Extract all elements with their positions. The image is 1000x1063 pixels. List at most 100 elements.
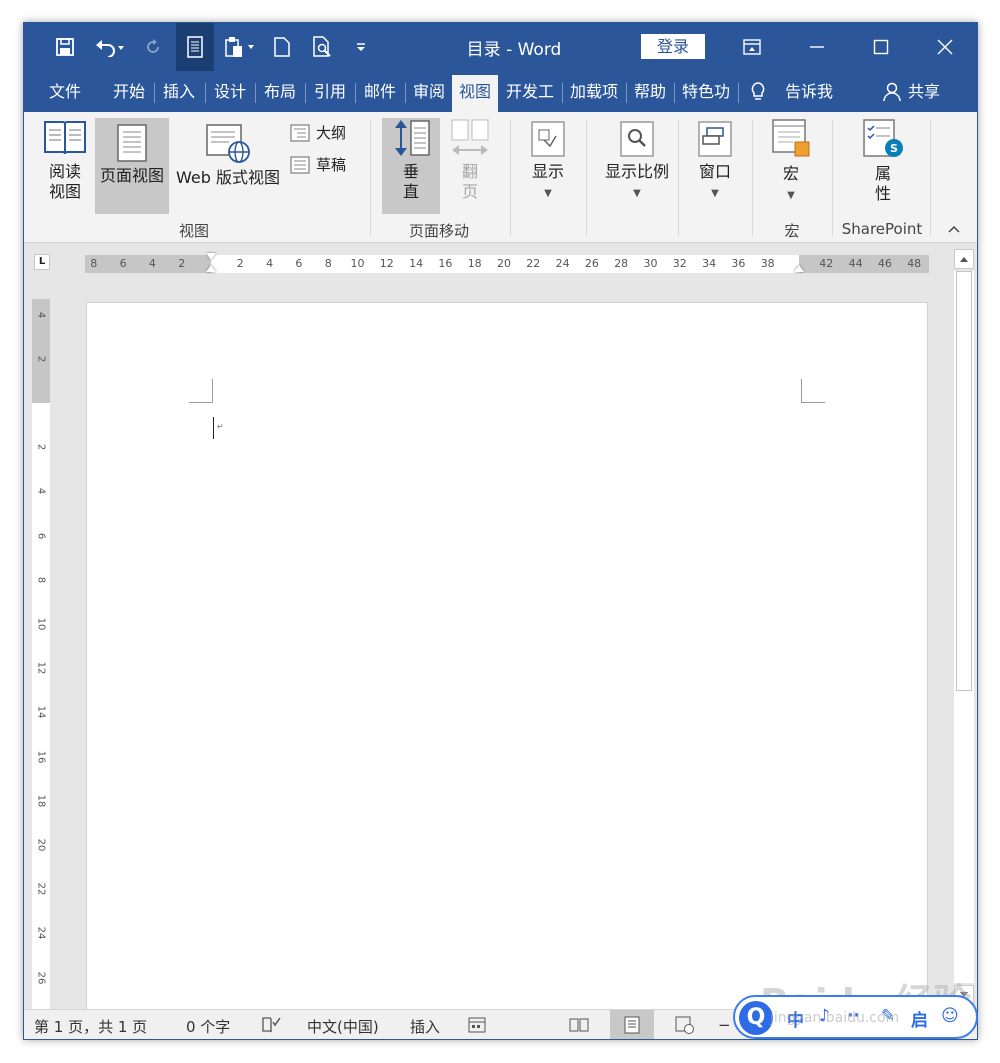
draft-button[interactable]: 草稿 [290, 154, 346, 175]
close-icon[interactable] [922, 23, 968, 71]
vertical-button[interactable]: 垂 直 [382, 118, 440, 214]
paste-icon[interactable] [220, 23, 260, 71]
window-button[interactable]: 窗口 ▼ [686, 118, 744, 214]
baidu-emoji-icon[interactable]: ☺ [941, 1006, 959, 1026]
ruler-tick: 2 [35, 355, 47, 362]
share-button[interactable]: 共享 [904, 71, 944, 112]
tab-separator [562, 83, 563, 103]
ruler-tick: 24 [35, 927, 47, 940]
tab-selector[interactable]: L [34, 254, 50, 270]
print-layout-qa-icon[interactable] [176, 23, 214, 71]
hanging-indent-marker[interactable] [206, 265, 216, 272]
collapse-ribbon-icon[interactable] [948, 223, 960, 237]
properties-button[interactable]: S 属 性 [854, 118, 912, 214]
baidu-launch-icon[interactable]: 启 [911, 1006, 928, 1031]
ruler-tick: 12 [35, 661, 47, 675]
show-button[interactable]: 显示 ▼ [518, 118, 578, 214]
save-icon[interactable] [50, 23, 80, 71]
ruler-tick: 4 [148, 257, 156, 270]
read-mode-button[interactable]: 阅读 视图 [34, 118, 96, 214]
person-icon[interactable] [882, 81, 902, 103]
tab-features[interactable]: 特色功 [676, 71, 736, 112]
ruler-tick: 6 [35, 532, 47, 539]
tab-developer[interactable]: 开发工 [500, 71, 560, 112]
crop-mark-top-left [189, 379, 213, 403]
tab-layout[interactable]: 布局 [257, 71, 303, 112]
ruler-tick: 36 [731, 257, 746, 270]
vertical-ruler[interactable]: 4 2 2 4 6 8 10 12 14 16 18 20 22 24 26 [32, 299, 50, 1009]
properties-label-2: 性 [874, 184, 891, 203]
vertical-scrollbar[interactable] [954, 249, 974, 1005]
first-line-indent-marker[interactable] [206, 253, 216, 260]
svg-text:S: S [890, 142, 898, 155]
tab-view[interactable]: 视图 [452, 75, 498, 112]
undo-icon[interactable] [90, 23, 130, 71]
ruler-tick: 38 [760, 257, 775, 270]
print-preview-icon[interactable] [308, 23, 338, 71]
redo-icon[interactable] [138, 23, 168, 71]
ruler-tick: 12 [379, 257, 394, 270]
proofing-icon[interactable] [260, 1015, 282, 1035]
page-count[interactable]: 第 1 页，共 1 页 [34, 1016, 147, 1037]
language-indicator[interactable]: 中文(中国) [307, 1016, 379, 1037]
ribbon-tabs: 文件 开始 插入 设计 布局 引用 邮件 审阅 视图 开发工 加载项 帮助 特色… [24, 71, 977, 112]
tab-help[interactable]: 帮助 [628, 71, 672, 112]
ruler-tick: 6 [119, 257, 127, 270]
ruler-tick: 4 [35, 488, 47, 495]
outline-button[interactable]: 大纲 [290, 122, 346, 143]
lightbulb-icon[interactable] [748, 81, 768, 103]
show-label: 显示 [531, 162, 564, 181]
maximize-icon[interactable] [858, 23, 904, 71]
tab-mailings[interactable]: 邮件 [357, 71, 403, 112]
customize-toolbar-icon[interactable] [348, 23, 374, 71]
watermark-url: jingyan.baidu.com [770, 1010, 900, 1026]
tab-addins[interactable]: 加载项 [564, 71, 624, 112]
tab-home[interactable]: 开始 [106, 71, 152, 112]
macro-recording-icon[interactable] [466, 1015, 488, 1035]
tab-design[interactable]: 设计 [207, 71, 253, 112]
group-separator [930, 120, 931, 236]
right-indent-marker[interactable] [794, 265, 804, 272]
crop-mark-top-right [801, 379, 825, 403]
ruler-tick: 48 [907, 257, 922, 270]
horizontal-ruler[interactable]: 8 6 4 2 2 4 6 8 10 12 14 16 18 20 22 24 26 28 30 32 34 36 38 42… [85, 253, 929, 273]
macros-button[interactable]: 宏 ▼ [762, 118, 820, 214]
read-mode-label-1: 阅读 [48, 162, 81, 181]
tab-review[interactable]: 审阅 [407, 71, 451, 112]
document-page[interactable]: ↵ [86, 302, 928, 1010]
tab-file[interactable]: 文件 [38, 71, 92, 112]
tell-me-box[interactable]: 告诉我 [776, 71, 842, 112]
tab-separator [738, 83, 739, 103]
ribbon-display-options-icon[interactable] [729, 23, 775, 71]
side-to-side-button[interactable]: 翻 页 [442, 118, 498, 214]
web-layout-button[interactable]: Web 版式视图 [169, 118, 287, 214]
ruler-tick: 16 [35, 750, 47, 763]
scroll-up-icon[interactable] [954, 249, 974, 269]
tab-separator [674, 83, 675, 103]
word-count[interactable]: 0 个字 [186, 1016, 230, 1037]
insert-mode[interactable]: 插入 [410, 1016, 440, 1037]
baidu-logo[interactable]: Q [739, 1001, 773, 1035]
scroll-thumb[interactable] [956, 271, 972, 691]
ruler-tick: 18 [467, 257, 482, 270]
draft-label: 草稿 [316, 156, 347, 174]
tab-references[interactable]: 引用 [307, 71, 353, 112]
login-button[interactable]: 登录 [641, 34, 705, 59]
new-document-icon[interactable] [268, 23, 296, 71]
minimize-icon[interactable] [794, 23, 840, 71]
chevron-down-icon: ▼ [787, 190, 795, 201]
zoom-out-button[interactable]: − [718, 1016, 731, 1034]
group-separator [370, 120, 371, 236]
ruler-tick: 26 [35, 971, 47, 984]
web-page-icon [205, 124, 251, 164]
zoom-button[interactable]: 显示比例 ▼ [594, 118, 680, 214]
side-label-1: 翻 [461, 162, 478, 181]
read-mode-status-icon[interactable] [568, 1015, 590, 1035]
web-layout-status-icon[interactable] [674, 1015, 696, 1035]
tab-insert[interactable]: 插入 [156, 71, 202, 112]
print-layout-button[interactable]: 页面视图 [95, 118, 169, 214]
tab-separator [405, 83, 406, 103]
print-layout-status-icon[interactable] [610, 1010, 654, 1039]
ruler-tick: 16 [438, 257, 453, 270]
group-separator [678, 120, 679, 236]
